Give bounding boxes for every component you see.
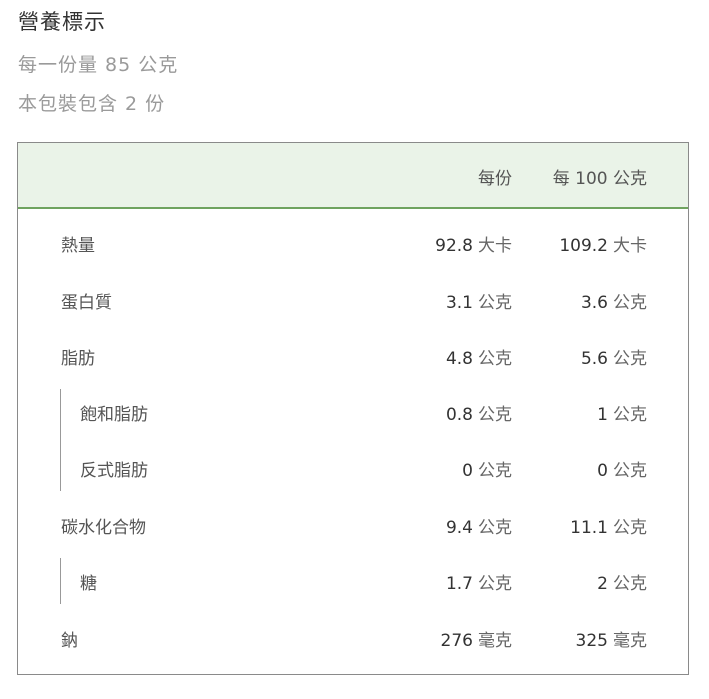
value-per-100g: 5.6 公克	[580, 349, 647, 369]
value-per-serving: 1.7 公克	[445, 574, 512, 594]
value-per-100g: 1 公克	[597, 405, 647, 425]
row-label-sugar: 糖	[80, 574, 97, 594]
column-header-per-100g: 每 100 公克	[552, 169, 647, 189]
nutrition-table: 每份 每 100 公克 熱量 92.8 大卡 109.2 大卡 蛋白質 3.1 公克 …	[17, 142, 689, 675]
value-per-100g: 3.6 公克	[580, 293, 647, 313]
value-per-serving: 9.4 公克	[445, 518, 512, 538]
serving-size: 每一份量 85 公克	[18, 54, 179, 76]
value-per-100g: 109.2 大卡	[559, 236, 647, 256]
table-row: 反式脂肪 0 公克 0 公克	[18, 434, 688, 490]
value-per-serving: 4.8 公克	[445, 349, 512, 369]
value-per-100g: 11.1 公克	[570, 518, 647, 538]
row-label-fat: 脂肪	[61, 349, 95, 369]
row-label-carbohydrate: 碳水化合物	[61, 518, 146, 538]
row-label-saturated-fat: 飽和脂肪	[80, 405, 148, 425]
table-row: 碳水化合物 9.4 公克 11.1 公克	[18, 491, 688, 547]
column-header-per-serving: 每份	[478, 169, 512, 189]
nutrition-facts-page: 營養標示 每一份量 85 公克 本包裝包含 2 份 每份 每 100 公克 熱量…	[0, 0, 709, 699]
table-header: 每份 每 100 公克	[18, 143, 688, 209]
value-per-serving: 276 毫克	[440, 631, 512, 651]
table-row: 鈉 276 毫克 325 毫克	[18, 604, 688, 660]
value-per-serving: 3.1 公克	[445, 293, 512, 313]
row-label-protein: 蛋白質	[61, 293, 112, 313]
page-title: 營養標示	[18, 10, 106, 34]
value-per-100g: 2 公克	[597, 574, 647, 594]
row-label-sodium: 鈉	[61, 631, 78, 651]
table-row: 蛋白質 3.1 公克 3.6 公克	[18, 266, 688, 322]
value-per-100g: 0 公克	[597, 461, 647, 481]
value-per-100g: 325 毫克	[575, 631, 647, 651]
table-row: 熱量 92.8 大卡 109.2 大卡	[18, 209, 688, 265]
value-per-serving: 0 公克	[462, 461, 512, 481]
table-row: 脂肪 4.8 公克 5.6 公克	[18, 322, 688, 378]
row-label-calories: 熱量	[61, 236, 95, 256]
row-label-trans-fat: 反式脂肪	[80, 461, 148, 481]
table-row: 糖 1.7 公克 2 公克	[18, 547, 688, 603]
table-row: 飽和脂肪 0.8 公克 1 公克	[18, 378, 688, 434]
value-per-serving: 0.8 公克	[445, 405, 512, 425]
servings-per-pack: 本包裝包含 2 份	[18, 93, 166, 115]
value-per-serving: 92.8 大卡	[435, 236, 512, 256]
